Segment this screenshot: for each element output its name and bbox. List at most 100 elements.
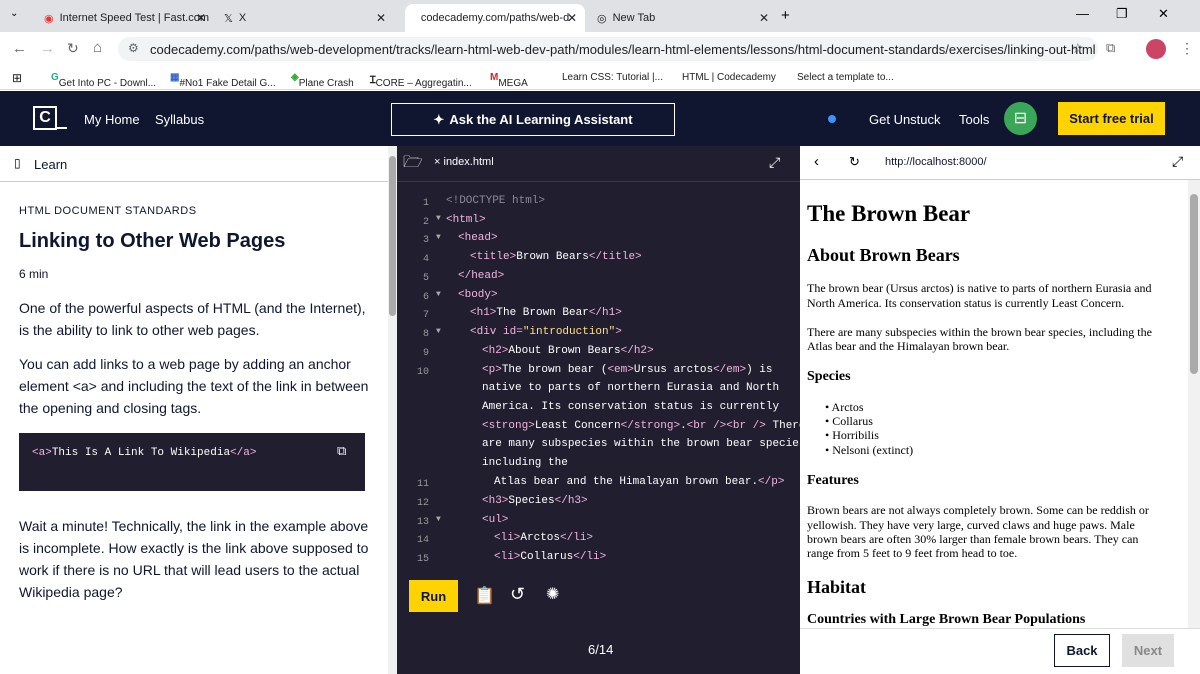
scrollbar-thumb[interactable] [389, 156, 396, 316]
bookmark-fakedetail[interactable]: ▦ #No1 Fake Detail G... [170, 72, 276, 89]
preview-paragraph: The brown bear (Ursus arctos) is native … [807, 281, 1152, 295]
preview-expand-icon[interactable]: ⤢ [1172, 153, 1183, 170]
expand-icon[interactable]: ⤢ [769, 154, 780, 171]
fold-icon[interactable]: ▼ [436, 214, 441, 223]
preview-back-icon[interactable]: ‹ [814, 153, 819, 170]
close-window-icon[interactable]: ✕ [1158, 6, 1169, 22]
run-button[interactable]: Run [409, 580, 458, 612]
back-button[interactable]: Back [1054, 634, 1110, 667]
lesson-scrollbar[interactable] [388, 146, 397, 674]
reset-icon[interactable]: ↺ [510, 584, 525, 605]
sparkle-icon: ✦ [433, 111, 445, 127]
extensions-icon[interactable]: ⧉ [1106, 40, 1115, 56]
preview-scrollbar[interactable] [1188, 180, 1200, 628]
learn-label: Learn [34, 157, 68, 172]
tab-search-icon[interactable]: ⌄ [10, 8, 18, 19]
scrollbar-thumb[interactable] [1190, 194, 1198, 374]
bookmark-icon: ▦ [170, 72, 180, 83]
site-info-icon[interactable]: ⚙ [128, 41, 139, 55]
close-icon[interactable]: ✕ [759, 11, 769, 25]
preview-h1: The Brown Bear [807, 201, 971, 226]
lesson-panel: ▯ Learn HTML DOCUMENT STANDARDS Linking … [0, 146, 388, 674]
close-icon[interactable]: ✕ [376, 11, 386, 25]
close-icon[interactable]: × [434, 156, 440, 168]
tab-x[interactable]: 𝕏 X ✕ [214, 4, 394, 32]
fold-icon[interactable]: ▼ [436, 233, 441, 242]
apps-icon[interactable]: ⊞ [12, 71, 22, 85]
line-number: 4 [422, 254, 429, 265]
code-line: <div id="introduction"> [470, 326, 622, 338]
code-line: <!DOCTYPE html> [446, 195, 546, 207]
line-number: 11 [416, 479, 429, 490]
user-avatar[interactable]: ⊟ [1004, 102, 1037, 135]
preview-paragraph: Brown bears are not always completely br… [807, 503, 1149, 517]
next-button[interactable]: Next [1122, 634, 1174, 667]
line-number: 1 [422, 198, 429, 209]
bookmark-planecrash[interactable]: ◈ Plane Crash [291, 72, 354, 89]
code-line: <head> [458, 232, 498, 244]
fold-icon[interactable]: ▼ [436, 290, 441, 299]
bookmark-star-icon[interactable]: ☆ [1071, 40, 1084, 57]
reload-icon[interactable]: ↻ [67, 40, 79, 57]
logo-underscore [57, 127, 67, 129]
tab-fast[interactable]: ◉ Internet Speed Test | Fast.com ✕ [34, 4, 214, 32]
code-line: <strong>Least Concern</strong>.<br /><br… [482, 420, 806, 432]
close-icon[interactable]: ✕ [567, 11, 577, 25]
restore-icon[interactable]: ❐ [1116, 6, 1128, 22]
url-field[interactable]: ⚙ codecademy.com/paths/web-development/t… [118, 37, 1098, 61]
codecademy-logo[interactable]: C [33, 106, 57, 130]
bookmark-icon: ◈ [291, 72, 299, 83]
clear-icon[interactable]: ✺ [546, 584, 559, 604]
copy-icon[interactable]: ⧉ [337, 443, 346, 459]
preview-url[interactable]: http://localhost:8000/ [885, 156, 987, 168]
bookmark-htmlcodecademy[interactable]: HTML | Codecademy [682, 72, 776, 83]
minimize-icon[interactable]: — [1076, 6, 1089, 21]
preview-refresh-icon[interactable]: ↻ [849, 154, 860, 170]
clipboard-icon[interactable]: 📋 [474, 586, 495, 606]
paragraph: element <a> and including the text of th… [19, 378, 369, 394]
preview-paragraph: North America. Its conservation status i… [807, 296, 1125, 310]
tools-button[interactable]: Tools [959, 112, 989, 127]
forward-icon[interactable]: → [40, 40, 55, 57]
bookmark-mega[interactable]: M MEGA [490, 72, 528, 89]
fast-icon: ◉ [44, 12, 54, 25]
status-dot [828, 115, 836, 123]
code-line: America. Its conservation status is curr… [482, 401, 780, 413]
fold-icon[interactable]: ▼ [436, 327, 441, 336]
nav-syllabus[interactable]: Syllabus [155, 112, 204, 127]
avatar[interactable] [1146, 39, 1166, 59]
paragraph: One of the powerful aspects of HTML (and… [19, 300, 366, 316]
menu-icon[interactable]: ⋮ [1180, 40, 1194, 57]
bookmark-learncss[interactable]: Learn CSS: Tutorial |... [562, 72, 663, 83]
tab-newtab[interactable]: ◎ New Tab ✕ [587, 4, 777, 32]
line-number: 10 [416, 367, 429, 378]
nav-my-home[interactable]: My Home [84, 112, 140, 127]
code-line: <h3>Species</h3> [482, 495, 588, 507]
ai-assistant-button[interactable]: ✦ Ask the AI Learning Assistant [391, 103, 675, 136]
paragraph: work if there is no URL that will lead u… [19, 562, 360, 578]
start-free-trial-button[interactable]: Start free trial [1058, 102, 1165, 135]
line-number: 2 [422, 217, 429, 228]
preview-h2: Habitat [807, 577, 867, 597]
folder-icon[interactable]: 🗁 [403, 151, 423, 178]
bookmark-template[interactable]: Select a template to... [797, 72, 894, 83]
code-line: <li>Arctos</li> [494, 532, 594, 544]
home-icon[interactable]: ⌂ [93, 39, 102, 56]
bookmark-core[interactable]: Ɪ CORE – Aggregatin... [370, 72, 472, 89]
code-token: This Is A Link To Wikipedia [51, 447, 231, 459]
close-icon[interactable]: ✕ [196, 11, 206, 25]
preview-h3: Features [807, 473, 859, 488]
back-icon[interactable]: ← [12, 40, 27, 57]
new-tab-icon[interactable]: + [781, 7, 790, 24]
fold-icon[interactable]: ▼ [436, 515, 441, 524]
code-line: <body> [458, 289, 498, 301]
paragraph: is incomplete. How exactly is the link a… [19, 540, 369, 556]
bookmark-getintopc[interactable]: G Get Into PC - Downl... [51, 72, 156, 89]
preview-list-item: • Arctos [825, 400, 864, 414]
code-line: are many subspecies within the brown bea… [482, 438, 813, 450]
preview-h2: About Brown Bears [807, 245, 960, 265]
file-tab[interactable]: × index.html [434, 156, 494, 168]
tab-codecademy[interactable]: codecademy.com/paths/web-d ✕ [405, 4, 585, 32]
editor-tabs: 🗁 × index.html ⤢ [397, 146, 800, 182]
get-unstuck-button[interactable]: Get Unstuck [869, 112, 941, 127]
